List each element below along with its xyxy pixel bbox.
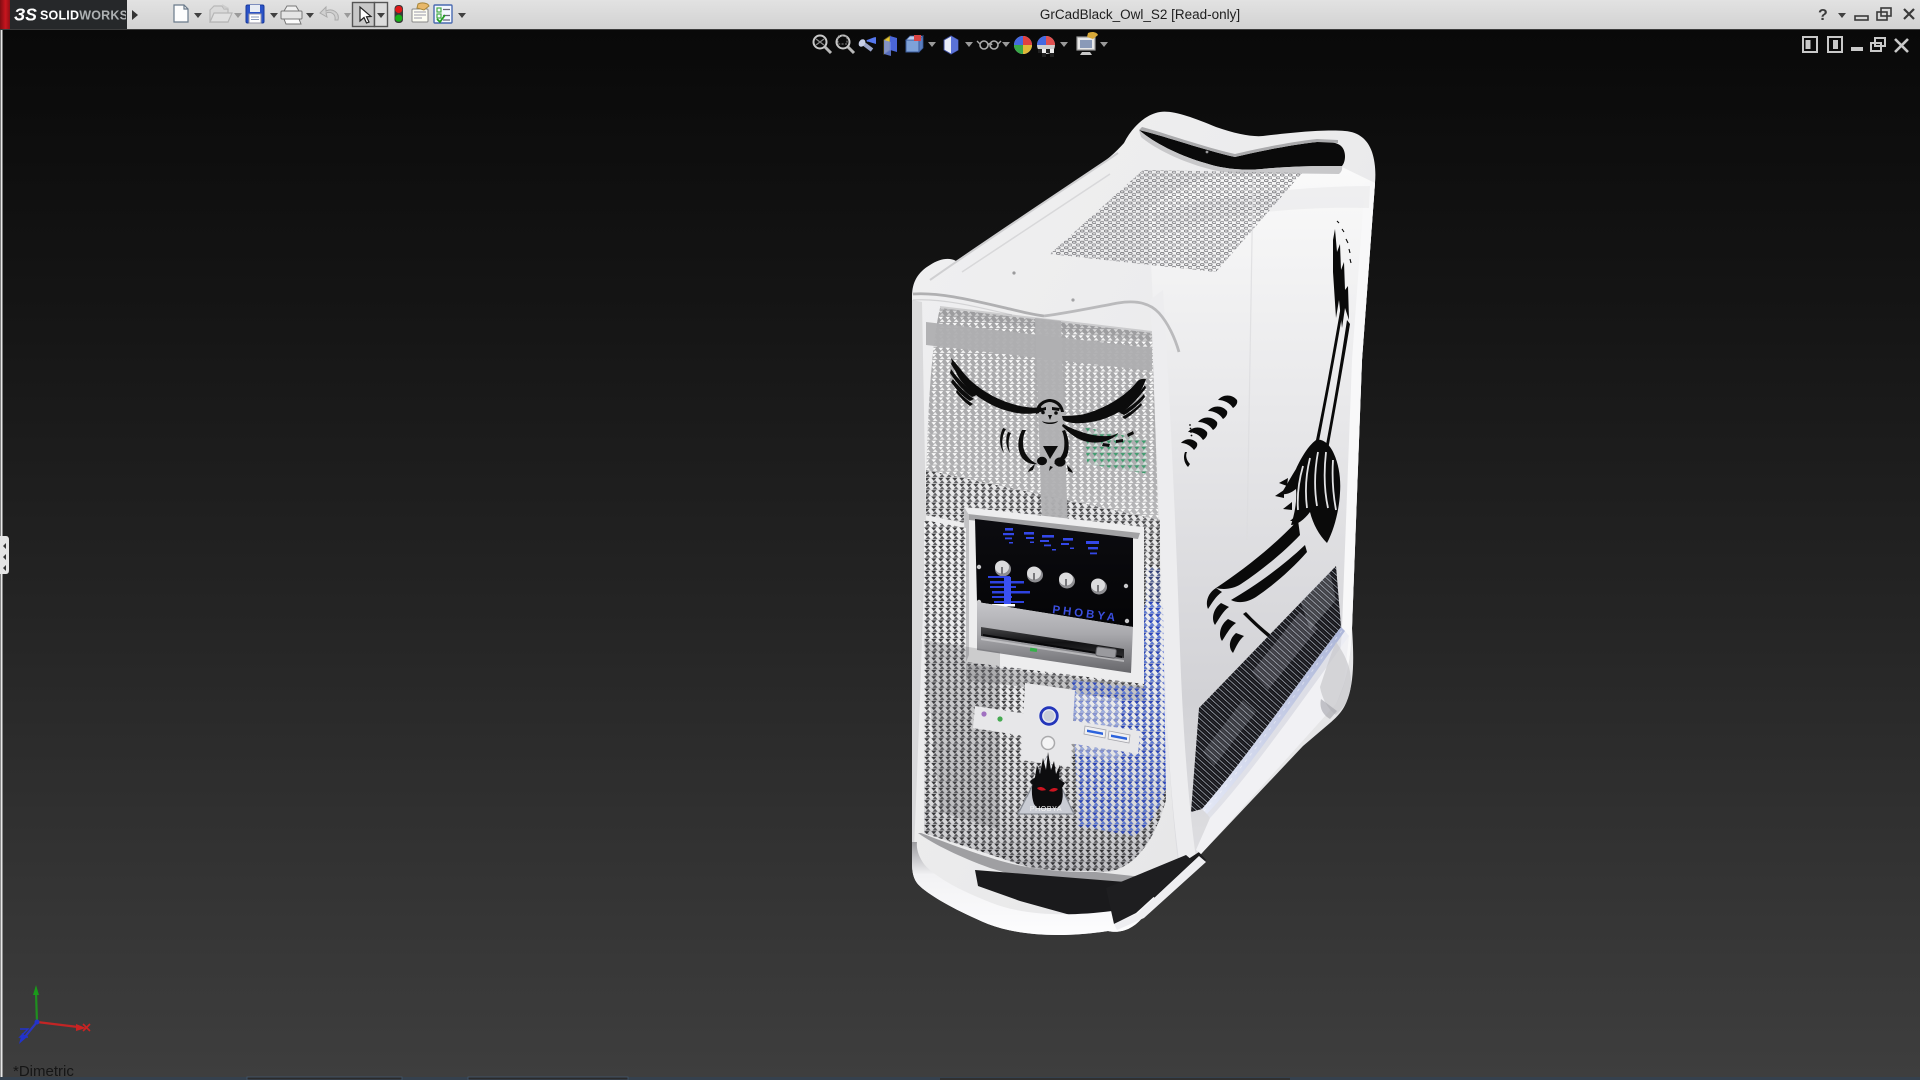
svg-text:ЗS: ЗS xyxy=(14,5,37,25)
svg-text:PHOBYA: PHOBYA xyxy=(1030,806,1062,813)
svg-text:SOLIDWORKS: SOLIDWORKS xyxy=(40,9,126,23)
svg-text:?: ? xyxy=(1818,7,1828,24)
